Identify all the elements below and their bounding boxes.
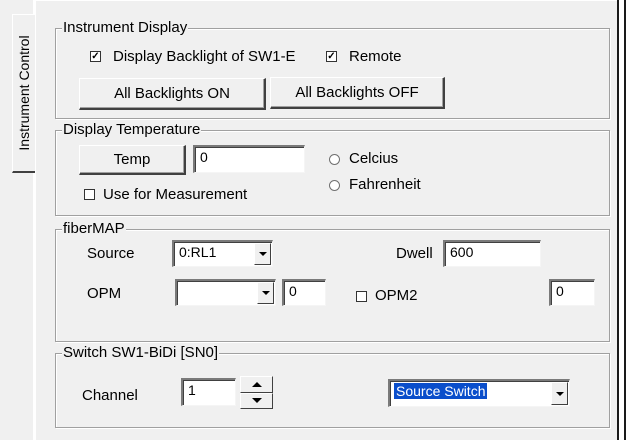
chevron-down-icon[interactable] [257,282,274,304]
celcius-radio[interactable] [329,154,340,165]
dwell-label: Dwell [396,245,433,262]
display-temperature-title: Display Temperature [62,121,202,139]
use-measurement-label[interactable]: Use for Measurement [103,186,247,204]
window-frame-outer [624,0,626,440]
celcius-label[interactable]: Celcius [349,150,398,168]
spin-down-icon[interactable] [240,392,273,409]
switch-type-select[interactable]: Source Switch [388,379,570,407]
opm-label: OPM [87,285,122,302]
fahrenheit-label[interactable]: Fahrenheit [349,176,421,194]
temp-value-field[interactable]: 0 [193,145,305,173]
switch-title: Switch SW1-BiDi [SN0] [62,344,220,362]
switch-type-value: Source Switch [394,383,488,399]
all-backlights-off-button[interactable]: All Backlights OFF [270,77,445,109]
opm2-label[interactable]: OPM2 [375,287,418,305]
window-frame-right [617,0,619,440]
opm2-value-field[interactable]: 0 [549,279,595,306]
spin-up-icon[interactable] [240,376,273,393]
tab-strip: Instrument Control [0,0,36,440]
temp-button[interactable]: Temp [79,145,186,175]
fahrenheit-radio[interactable] [329,180,340,191]
remote-checkbox[interactable]: ✓ [326,51,337,62]
backlight-checkbox[interactable]: ✓ [90,51,101,62]
chevron-down-icon[interactable] [254,243,271,265]
fibermap-title: fiberMAP [62,220,126,238]
use-measurement-checkbox[interactable] [84,189,95,200]
opm-value-field[interactable]: 0 [282,279,326,306]
channel-field[interactable]: 1 [181,378,236,406]
source-label: Source [87,245,135,262]
source-select[interactable]: 0:RL1 [172,240,273,267]
check-icon: ✓ [327,50,336,62]
opm2-checkbox[interactable] [356,291,367,302]
dwell-field[interactable]: 600 [443,240,541,267]
tab-instrument-control[interactable]: Instrument Control [12,14,36,173]
channel-label: Channel [82,387,138,404]
channel-spinner[interactable] [240,376,273,409]
remote-checkbox-label[interactable]: Remote [349,48,402,66]
all-backlights-on-button[interactable]: All Backlights ON [79,78,266,110]
instrument-display-title: Instrument Display [62,19,189,37]
opm-select[interactable] [175,279,276,306]
tab-instrument-control-label: Instrument Control [16,35,32,151]
backlight-checkbox-label[interactable]: Display Backlight of SW1-E [113,48,296,66]
chevron-down-icon[interactable] [551,382,568,405]
check-icon: ✓ [91,50,100,62]
source-select-value: 0:RL1 [179,244,217,260]
